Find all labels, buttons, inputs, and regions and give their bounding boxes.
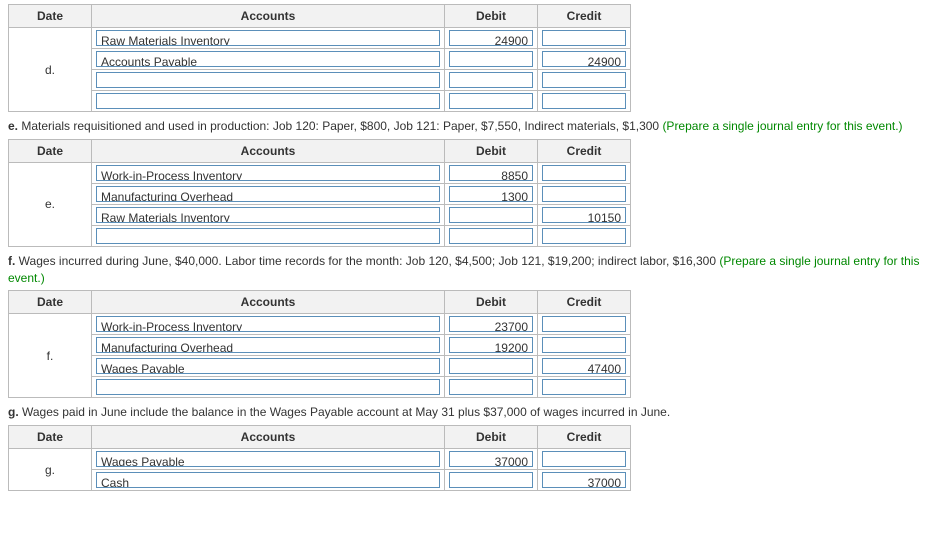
header-debit: Debit <box>445 139 538 162</box>
date-label: e. <box>9 162 92 246</box>
journal-entry-f: f. Wages incurred during June, $40,000. … <box>8 253 936 399</box>
credit-input[interactable] <box>542 93 626 109</box>
debit-input[interactable]: 8850 <box>449 165 533 181</box>
account-input[interactable]: Accounts Payable <box>96 51 440 67</box>
header-accounts: Accounts <box>92 426 445 449</box>
narrative-g: g. Wages paid in June include the balanc… <box>8 404 936 421</box>
table-row: d.Raw Materials Inventory24900 <box>9 28 631 49</box>
credit-input[interactable] <box>542 451 626 467</box>
journal-entry-d: DateAccountsDebitCredit d.Raw Materials I… <box>8 4 936 112</box>
credit-input[interactable] <box>542 228 626 244</box>
date-label: g. <box>9 449 92 491</box>
narrative-instruction: (Prepare a single journal entry for this… <box>662 119 902 133</box>
header-debit: Debit <box>445 291 538 314</box>
table-row: Accounts Payable 24900 <box>9 49 631 70</box>
journal-table-g: DateAccountsDebitCredit g.Wages Payable 37… <box>8 425 631 491</box>
date-label: f. <box>9 314 92 398</box>
credit-input[interactable] <box>542 186 626 202</box>
narrative-letter: e. <box>8 119 18 133</box>
debit-input[interactable]: 1300 <box>449 186 533 202</box>
debit-input[interactable] <box>449 93 533 109</box>
table-row: Wages Payable 47400 <box>9 356 631 377</box>
header-date: Date <box>9 5 92 28</box>
credit-input[interactable] <box>542 379 626 395</box>
header-accounts: Accounts <box>92 139 445 162</box>
debit-input[interactable]: 19200 <box>449 337 533 353</box>
account-input[interactable] <box>96 228 440 244</box>
account-input[interactable]: Work-in-Process Inventory <box>96 165 440 181</box>
narrative-text: Materials requisitioned and used in prod… <box>18 119 662 133</box>
account-input[interactable]: Manufacturing Overhead <box>96 186 440 202</box>
account-input[interactable]: Cash <box>96 472 440 488</box>
date-label: d. <box>9 28 92 112</box>
account-input[interactable]: Manufacturing Overhead <box>96 337 440 353</box>
debit-input[interactable] <box>449 51 533 67</box>
journal-table-f: DateAccountsDebitCredit f.Work-in-Process… <box>8 290 631 398</box>
debit-input[interactable] <box>449 228 533 244</box>
narrative-e: e. Materials requisitioned and used in p… <box>8 118 936 135</box>
credit-input[interactable]: 47400 <box>542 358 626 374</box>
debit-input[interactable] <box>449 379 533 395</box>
table-row <box>9 91 631 112</box>
narrative-text: Wages paid in June include the balance i… <box>19 405 671 419</box>
header-date: Date <box>9 139 92 162</box>
table-row: Manufacturing Overhead 19200 <box>9 335 631 356</box>
table-row <box>9 377 631 398</box>
header-credit: Credit <box>538 426 631 449</box>
debit-input[interactable] <box>449 207 533 223</box>
account-input[interactable]: Wages Payable <box>96 358 440 374</box>
table-row: Raw Materials Inventory 10150 <box>9 204 631 225</box>
credit-input[interactable]: 24900 <box>542 51 626 67</box>
account-input[interactable] <box>96 379 440 395</box>
header-date: Date <box>9 291 92 314</box>
header-credit: Credit <box>538 291 631 314</box>
credit-input[interactable]: 10150 <box>542 207 626 223</box>
narrative-f: f. Wages incurred during June, $40,000. … <box>8 253 936 287</box>
credit-input[interactable]: 37000 <box>542 472 626 488</box>
account-input[interactable] <box>96 93 440 109</box>
header-credit: Credit <box>538 5 631 28</box>
narrative-letter: g. <box>8 405 19 419</box>
journal-entry-g: g. Wages paid in June include the balanc… <box>8 404 936 491</box>
header-accounts: Accounts <box>92 5 445 28</box>
header-debit: Debit <box>445 5 538 28</box>
header-date: Date <box>9 426 92 449</box>
table-row: Cash 37000 <box>9 470 631 491</box>
journal-entry-e: e. Materials requisitioned and used in p… <box>8 118 936 247</box>
table-row: f.Work-in-Process Inventory23700 <box>9 314 631 335</box>
journal-table-e: DateAccountsDebitCredit e.Work-in-Process… <box>8 139 631 247</box>
debit-input[interactable]: 37000 <box>449 451 533 467</box>
debit-input[interactable] <box>449 72 533 88</box>
account-input[interactable] <box>96 72 440 88</box>
account-input[interactable]: Raw Materials Inventory <box>96 207 440 223</box>
table-row: g.Wages Payable37000 <box>9 449 631 470</box>
debit-input[interactable]: 24900 <box>449 30 533 46</box>
debit-input[interactable] <box>449 358 533 374</box>
narrative-text: Wages incurred during June, $40,000. Lab… <box>15 254 719 268</box>
debit-input[interactable]: 23700 <box>449 316 533 332</box>
table-row <box>9 225 631 246</box>
credit-input[interactable] <box>542 316 626 332</box>
debit-input[interactable] <box>449 472 533 488</box>
table-row: Manufacturing Overhead 1300 <box>9 183 631 204</box>
table-row: e.Work-in-Process Inventory8850 <box>9 162 631 183</box>
header-credit: Credit <box>538 139 631 162</box>
credit-input[interactable] <box>542 30 626 46</box>
credit-input[interactable] <box>542 337 626 353</box>
credit-input[interactable] <box>542 165 626 181</box>
header-accounts: Accounts <box>92 291 445 314</box>
account-input[interactable]: Work-in-Process Inventory <box>96 316 440 332</box>
account-input[interactable]: Wages Payable <box>96 451 440 467</box>
header-debit: Debit <box>445 426 538 449</box>
journal-table-d: DateAccountsDebitCredit d.Raw Materials I… <box>8 4 631 112</box>
table-row <box>9 70 631 91</box>
account-input[interactable]: Raw Materials Inventory <box>96 30 440 46</box>
credit-input[interactable] <box>542 72 626 88</box>
